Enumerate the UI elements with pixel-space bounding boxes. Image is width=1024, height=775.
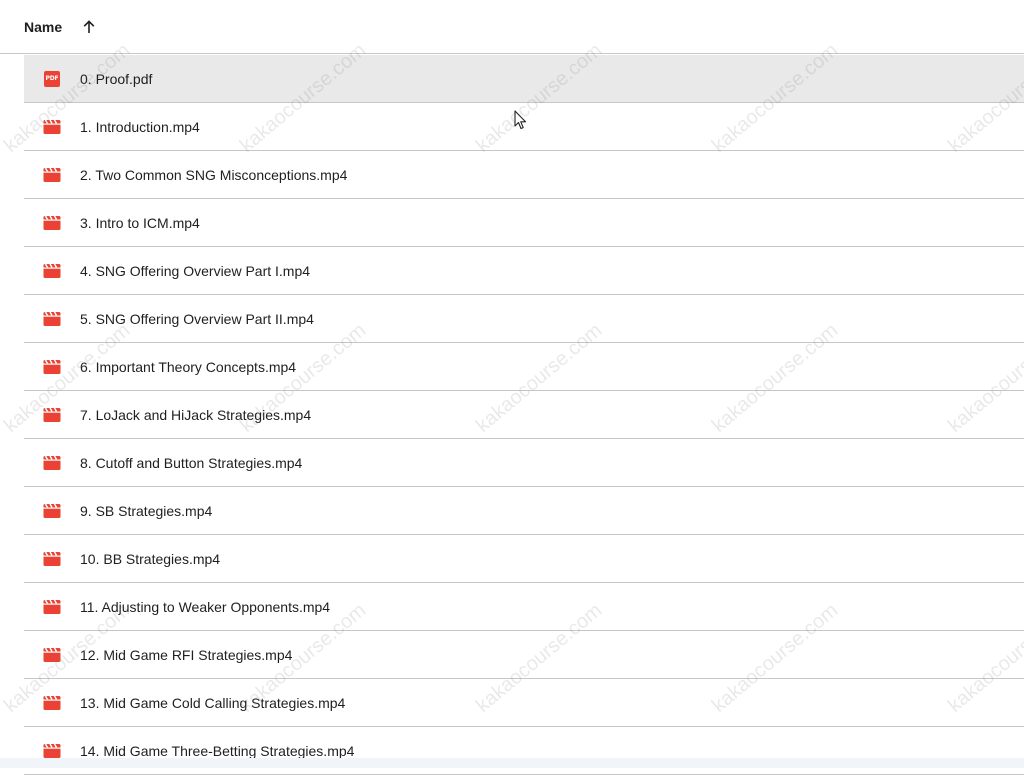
file-row[interactable]: 12. Mid Game RFI Strategies.mp4 bbox=[24, 631, 1024, 679]
file-row[interactable]: 10. BB Strategies.mp4 bbox=[24, 535, 1024, 583]
file-row[interactable]: 8. Cutoff and Button Strategies.mp4 bbox=[24, 439, 1024, 487]
file-name: 10. BB Strategies.mp4 bbox=[80, 550, 221, 567]
file-row[interactable]: PDF 0. Proof.pdf bbox=[24, 55, 1024, 103]
file-name: 5. SNG Offering Overview Part II.mp4 bbox=[80, 310, 314, 327]
video-file-icon bbox=[43, 455, 61, 471]
bottom-bar bbox=[0, 758, 1024, 768]
file-name: 0. Proof.pdf bbox=[80, 70, 153, 87]
file-name: 1. Introduction.mp4 bbox=[80, 118, 200, 135]
video-file-icon bbox=[43, 503, 61, 519]
file-row[interactable]: 6. Important Theory Concepts.mp4 bbox=[24, 343, 1024, 391]
file-row[interactable]: 4. SNG Offering Overview Part I.mp4 bbox=[24, 247, 1024, 295]
file-row[interactable]: 5. SNG Offering Overview Part II.mp4 bbox=[24, 295, 1024, 343]
file-row[interactable]: 11. Adjusting to Weaker Opponents.mp4 bbox=[24, 583, 1024, 631]
pdf-icon-label: PDF bbox=[44, 70, 60, 87]
file-row[interactable]: 9. SB Strategies.mp4 bbox=[24, 487, 1024, 535]
video-file-icon bbox=[43, 743, 61, 759]
file-name: 11. Adjusting to Weaker Opponents.mp4 bbox=[80, 598, 331, 615]
video-file-icon bbox=[43, 551, 61, 567]
video-file-icon bbox=[43, 215, 61, 231]
file-name: 9. SB Strategies.mp4 bbox=[80, 502, 213, 519]
file-name: 8. Cutoff and Button Strategies.mp4 bbox=[80, 454, 303, 471]
file-name: 13. Mid Game Cold Calling Strategies.mp4 bbox=[80, 694, 346, 711]
arrow-up-icon bbox=[83, 19, 95, 33]
file-row[interactable]: 13. Mid Game Cold Calling Strategies.mp4 bbox=[24, 679, 1024, 727]
file-name: 4. SNG Offering Overview Part I.mp4 bbox=[80, 262, 311, 279]
video-file-icon bbox=[43, 311, 61, 327]
file-name: 3. Intro to ICM.mp4 bbox=[80, 214, 200, 231]
video-file-icon bbox=[43, 263, 61, 279]
pdf-file-icon: PDF bbox=[43, 70, 61, 87]
file-name: 14. Mid Game Three-Betting Strategies.mp… bbox=[80, 742, 355, 759]
video-file-icon bbox=[43, 359, 61, 375]
column-header: Name bbox=[0, 0, 1024, 54]
name-column-header[interactable]: Name bbox=[24, 19, 62, 35]
file-name: 7. LoJack and HiJack Strategies.mp4 bbox=[80, 406, 312, 423]
video-file-icon bbox=[43, 407, 61, 423]
video-file-icon bbox=[43, 119, 61, 135]
file-row[interactable]: 7. LoJack and HiJack Strategies.mp4 bbox=[24, 391, 1024, 439]
file-name: 2. Two Common SNG Misconceptions.mp4 bbox=[80, 166, 348, 183]
file-name: 6. Important Theory Concepts.mp4 bbox=[80, 358, 297, 375]
file-row[interactable]: 2. Two Common SNG Misconceptions.mp4 bbox=[24, 151, 1024, 199]
file-row[interactable]: 3. Intro to ICM.mp4 bbox=[24, 199, 1024, 247]
sort-ascending-button[interactable] bbox=[76, 14, 102, 40]
video-file-icon bbox=[43, 167, 61, 183]
file-name: 12. Mid Game RFI Strategies.mp4 bbox=[80, 646, 293, 663]
video-file-icon bbox=[43, 647, 61, 663]
video-file-icon bbox=[43, 599, 61, 615]
video-file-icon bbox=[43, 695, 61, 711]
mouse-cursor-icon bbox=[514, 110, 527, 130]
file-list: PDF 0. Proof.pdf 1. Introduction.mp4 2. Two… bbox=[24, 55, 1024, 775]
